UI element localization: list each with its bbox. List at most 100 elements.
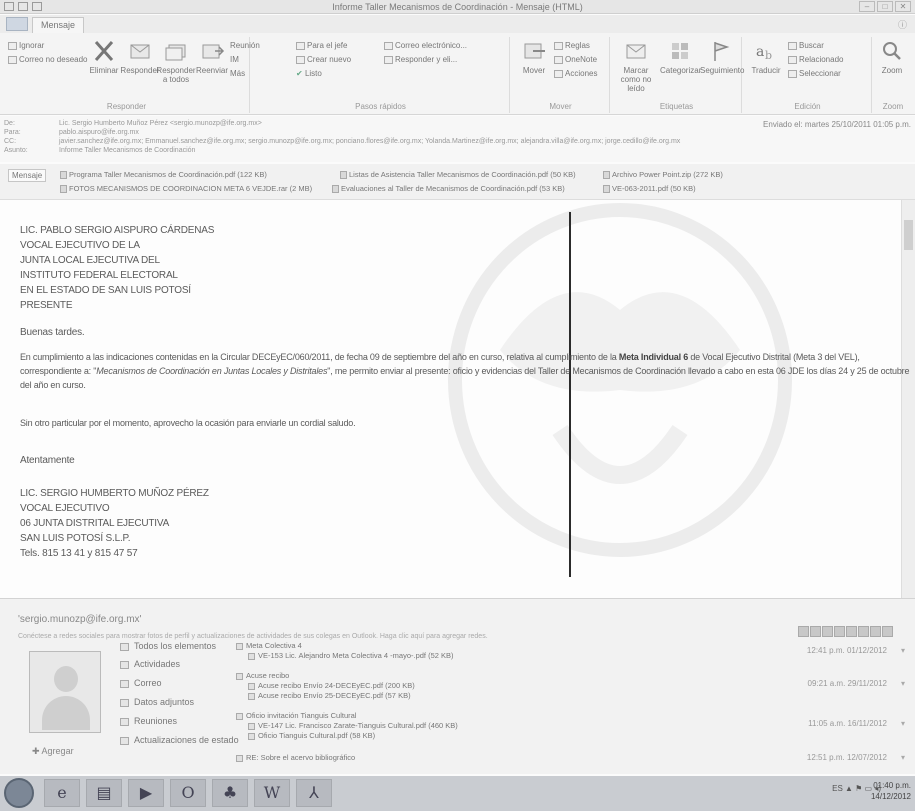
avatar (29, 651, 101, 733)
tab-mensaje[interactable]: Mensaje (32, 17, 85, 33)
message-header: De: Lic. Sergio Humberto Muñoz Pérez <ser… (0, 116, 915, 162)
from-value[interactable]: Lic. Sergio Humberto Muñoz Pérez <sergio… (59, 120, 262, 127)
expand-icon[interactable]: ▾ (901, 719, 905, 728)
pdf-reader-icon[interactable]: ⅄ (296, 779, 332, 807)
activity-attachment[interactable]: VE-153 Lic. Alejandro Meta Colectiva 4 -… (248, 651, 454, 660)
ribbon-tabs: Mensaje ⓘ (0, 15, 915, 33)
activity-attachment[interactable]: VE-147 Lic. Francisco Zarate-Tianguis Cu… (248, 721, 458, 730)
ie-icon[interactable]: e (44, 779, 80, 807)
cc-row: CC: javier.sanchez@ife.org.mx; Emmanuel.s… (4, 138, 681, 145)
clock-time: 01:40 p.m. (873, 781, 911, 790)
attachment-item[interactable]: Evaluaciones al Taller de Mecanismos de … (332, 184, 565, 194)
maximize-button[interactable]: □ (877, 1, 893, 12)
related-button[interactable]: Relacionado (788, 55, 843, 65)
quickstep-done[interactable]: ✔ Listo (296, 69, 322, 79)
cc-value[interactable]: javier.sanchez@ife.org.mx; Emmanuel.sanc… (59, 138, 680, 145)
reply-all-button[interactable]: Responder a todos (156, 39, 196, 84)
status-icon (120, 736, 129, 745)
im-button[interactable]: IM (230, 55, 239, 65)
rules-button[interactable]: Reglas (554, 41, 590, 51)
more-button[interactable]: Más (230, 69, 245, 79)
activity-item[interactable]: RE: Sobre el acervo bibliográfico (236, 753, 355, 762)
activity-item[interactable]: Acuse recibo (236, 671, 289, 680)
contact-name[interactable]: 'sergio.munozp@ife.org.mx' (18, 614, 141, 625)
followup-button[interactable]: Seguimiento (700, 39, 744, 75)
attachment-item[interactable]: VE-063-2011.pdf (50 KB) (603, 184, 696, 194)
expand-icon[interactable]: ▾ (901, 753, 905, 762)
explorer-icon[interactable]: ▤ (86, 779, 122, 807)
actions-button[interactable]: Acciones (554, 69, 597, 79)
find-button[interactable]: Buscar (788, 41, 824, 51)
expand-icon[interactable]: ▾ (901, 679, 905, 688)
attachment-item[interactable]: Listas de Asistencia Taller Mecanismos d… (340, 170, 576, 180)
delete-button[interactable]: Eliminar (84, 39, 124, 75)
quickstep-manager[interactable]: Para el jefe (296, 41, 347, 51)
activity-item[interactable]: Meta Colectiva 4 (236, 641, 302, 650)
people-nav-mail[interactable]: Correo (120, 678, 162, 688)
ignore-button[interactable]: Ignorar (8, 41, 44, 51)
message-tab-button[interactable]: Mensaje (8, 169, 47, 182)
people-nav-all[interactable]: Todos los elementos (120, 641, 216, 651)
people-nav-meetings[interactable]: Reuniones (120, 716, 177, 726)
help-icon[interactable]: ⓘ (898, 18, 907, 31)
start-button[interactable] (4, 778, 34, 808)
word-icon[interactable]: W (254, 779, 290, 807)
minimize-button[interactable]: – (859, 1, 875, 12)
people-nav-activities[interactable]: Actividades (120, 659, 180, 669)
mail-icon (236, 712, 243, 720)
people-nav-status[interactable]: Actualizaciones de estado (120, 735, 239, 745)
social-hint[interactable]: Conéctese a redes sociales para mostrar … (18, 633, 488, 640)
move-button[interactable]: Mover (514, 39, 554, 75)
subject-value: Informe Taller Mecanismos de Coordinació… (59, 147, 196, 154)
quickstep-create[interactable]: Crear nuevo (296, 55, 351, 65)
file-menu-button[interactable] (6, 17, 28, 31)
attachment-item[interactable]: Archivo Power Point.zip (272 KB) (603, 170, 723, 180)
categorize-button[interactable]: Categorizar (660, 39, 701, 75)
recipient-line: JUNTA LOCAL EJECUTIVA DEL (20, 255, 160, 266)
vertical-scrollbar[interactable] (901, 200, 915, 598)
select-button[interactable]: Seleccionar (788, 69, 841, 79)
to-value[interactable]: pablo.aispuro@ife.org.mx (59, 129, 139, 136)
media-icon[interactable]: ▶ (128, 779, 164, 807)
people-nav-attachments[interactable]: Datos adjuntos (120, 697, 194, 707)
window-title: Informe Taller Mecanismos de Coordinació… (332, 2, 583, 12)
expand-icon[interactable]: ▾ (901, 646, 905, 655)
rules-icon (554, 41, 563, 50)
people-icon-strip (798, 626, 893, 637)
people-thumb-icon[interactable] (834, 626, 845, 637)
people-thumb-icon[interactable] (846, 626, 857, 637)
activity-attachment[interactable]: Acuse recibo Envío 24-DECEyEC.pdf (200 K… (248, 681, 415, 690)
activity-item[interactable]: Oficio invitación Tianguis Cultural (236, 711, 356, 720)
closing: Atentamente (20, 455, 75, 466)
clock[interactable]: 01:40 p.m. 14/12/2012 (871, 780, 911, 802)
quickstep-team[interactable]: Correo electrónico... (384, 41, 467, 51)
attachment-item[interactable]: Programa Taller Mecanismos de Coordinaci… (60, 170, 267, 180)
translate-button[interactable]: ab Traducir (746, 39, 786, 75)
forward-button[interactable]: Reenviar (192, 39, 232, 75)
people-thumb-icon[interactable] (822, 626, 833, 637)
people-thumb-icon[interactable] (798, 626, 809, 637)
group-label: Pasos rápidos (355, 102, 406, 111)
activity-attachment[interactable]: Oficio Tianguis Cultural.pdf (58 KB) (248, 731, 375, 740)
reply-button[interactable]: Responder (120, 39, 160, 75)
people-thumb-icon[interactable] (810, 626, 821, 637)
quickstep-reply-delete[interactable]: Responder y eli... (384, 55, 457, 65)
junk-button[interactable]: Correo no deseado (8, 55, 88, 65)
scrollbar-thumb[interactable] (904, 220, 913, 250)
network-icon[interactable]: ♣ (212, 779, 248, 807)
attachment-item[interactable]: FOTOS MECANISMOS DE COORDINACION META 6 … (60, 184, 312, 194)
signature-line: SAN LUIS POTOSÍ S.L.P. (20, 533, 131, 544)
to-row: Para: pablo.aispuro@ife.org.mx (4, 129, 139, 136)
add-contact-button[interactable]: ✚ Agregar (32, 746, 74, 757)
close-button[interactable]: ✕ (895, 1, 911, 12)
outlook-icon[interactable]: O (170, 779, 206, 807)
paragraph-1: En cumplimiento a las indicaciones conte… (20, 352, 910, 390)
zoom-button[interactable]: Zoom (874, 39, 910, 75)
people-thumb-icon[interactable] (858, 626, 869, 637)
activity-attachment[interactable]: Acuse recibo Envío 25-DECEyEC.pdf (57 KB… (248, 691, 411, 700)
onenote-button[interactable]: OneNote (554, 55, 597, 65)
people-thumb-icon[interactable] (870, 626, 881, 637)
mark-unread-button[interactable]: Marcar como no leído (614, 39, 658, 93)
people-thumb-icon[interactable] (882, 626, 893, 637)
signature-line: VOCAL EJECUTIVO (20, 503, 110, 514)
